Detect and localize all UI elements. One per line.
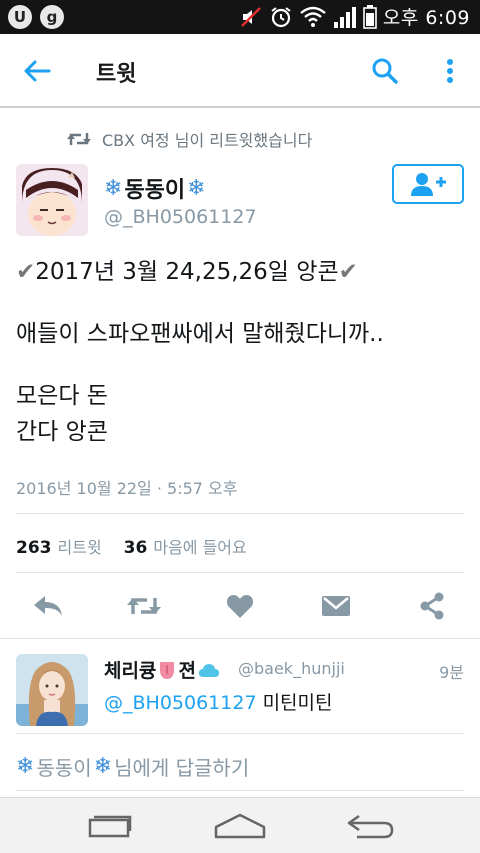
reply-timestamp: 9분 bbox=[439, 663, 464, 682]
follow-button[interactable] bbox=[392, 164, 464, 204]
divider bbox=[16, 790, 464, 791]
author-name-text: 동동이 bbox=[124, 178, 186, 203]
search-icon bbox=[372, 58, 398, 84]
snowflake-icon: ❄ bbox=[104, 175, 123, 201]
like-label[interactable]: 마음에 들어요 bbox=[153, 534, 246, 558]
retweet-context-text: CBX 여정 님이 리트윗했습니다 bbox=[102, 131, 313, 150]
retweet-label[interactable]: 리트윗 bbox=[58, 534, 102, 558]
retweet-context[interactable]: CBX 여정 님이 리트윗했습니다 bbox=[66, 127, 312, 151]
more-vertical-icon bbox=[447, 59, 453, 83]
tongue-icon bbox=[160, 661, 175, 679]
check-mark-icon: ✔ bbox=[16, 259, 36, 285]
cloud-icon bbox=[198, 663, 219, 677]
tweet-text: ✔2017년 3월 24,25,26일 앙콘✔ 애들이 스파오팬싸에서 말해줬다… bbox=[16, 254, 466, 450]
reply-avatar-image bbox=[16, 654, 88, 726]
reply-compose-name: 동동이 bbox=[36, 756, 92, 780]
mute-icon bbox=[240, 6, 261, 27]
tweet-stats: 263 리트윗 36 마음에 들어요 bbox=[16, 534, 247, 558]
snowflake-icon: ❄ bbox=[93, 754, 113, 779]
direct-message-button[interactable] bbox=[318, 590, 354, 622]
tweet-line-text: 2017년 3월 24,25,26일 앙콘 bbox=[35, 259, 339, 285]
home-button[interactable] bbox=[212, 808, 268, 844]
system-nav-bar bbox=[0, 797, 480, 853]
reply-author-name-suffix: 젼 bbox=[178, 660, 196, 682]
back-nav-button[interactable] bbox=[342, 808, 398, 844]
alarm-icon bbox=[271, 6, 291, 27]
tweet-timestamp: 2016년 10월 22일 · 5:57 오후 bbox=[16, 479, 238, 498]
tweet-line: 간다 앙콘 bbox=[16, 419, 108, 445]
tweet-spacer bbox=[16, 290, 466, 316]
reply-text: @_BH05061127 미틴미틴 bbox=[104, 688, 333, 715]
back-button[interactable] bbox=[20, 54, 54, 88]
retweet-button[interactable] bbox=[126, 590, 162, 622]
divider bbox=[16, 733, 464, 734]
notification-u-icon: U bbox=[8, 5, 32, 29]
reply-author-name-text: 체리큥 bbox=[104, 660, 157, 682]
more-options-button[interactable] bbox=[436, 54, 464, 88]
like-count[interactable]: 36 bbox=[124, 538, 148, 558]
tweet-line: 애들이 스파오팬싸에서 말해줬다니까.. bbox=[16, 321, 384, 347]
tweet-line: 모은다 돈 bbox=[16, 383, 108, 409]
search-button[interactable] bbox=[368, 54, 402, 88]
signal-icon bbox=[333, 6, 356, 28]
heart-icon bbox=[226, 595, 254, 618]
reply-compose-input[interactable]: ❄ 동동이 ❄ 님에게 답글하기 bbox=[16, 752, 249, 781]
reply-icon bbox=[34, 596, 62, 616]
reply-avatar[interactable] bbox=[16, 654, 88, 726]
author-avatar[interactable] bbox=[16, 164, 88, 236]
add-user-icon bbox=[411, 173, 446, 196]
back-nav-icon bbox=[347, 814, 394, 839]
check-mark-icon: ✔ bbox=[338, 259, 358, 285]
home-icon bbox=[214, 813, 266, 839]
recent-apps-icon bbox=[88, 815, 132, 838]
snowflake-icon: ❄ bbox=[16, 754, 35, 779]
page-title: 트윗 bbox=[96, 62, 137, 87]
author-name[interactable]: ❄ 동동이 ❄ bbox=[104, 172, 206, 204]
divider bbox=[16, 572, 464, 573]
author-avatar-image bbox=[16, 164, 88, 236]
share-icon bbox=[420, 592, 444, 620]
battery-icon bbox=[363, 4, 377, 29]
app-bar: 트윗 bbox=[0, 34, 480, 108]
arrow-left-icon bbox=[24, 60, 51, 82]
retweet-icon bbox=[67, 133, 91, 145]
tweet-spacer bbox=[16, 352, 466, 378]
envelope-icon bbox=[322, 596, 350, 616]
divider bbox=[16, 513, 464, 514]
status-time: 오후 6:09 bbox=[382, 7, 470, 29]
tweet-line: ✔2017년 3월 24,25,26일 앙콘✔ bbox=[16, 254, 466, 290]
reply-body: 미틴미틴 bbox=[262, 692, 333, 714]
author-handle[interactable]: @_BH05061127 bbox=[104, 206, 257, 228]
reply-author-handle[interactable]: @baek_hunjji bbox=[238, 659, 345, 678]
reply-button[interactable] bbox=[30, 590, 66, 622]
retweet-count[interactable]: 263 bbox=[16, 538, 52, 558]
status-bar: U g 오후 6:09 bbox=[0, 0, 480, 34]
reply-author-name[interactable]: 체리큥 젼 bbox=[104, 656, 220, 683]
reply-compose-placeholder: 님에게 답글하기 bbox=[114, 756, 250, 780]
reply-mention-link[interactable]: @_BH05061127 bbox=[104, 692, 257, 714]
like-button[interactable] bbox=[222, 590, 258, 622]
snowflake-icon: ❄ bbox=[187, 175, 206, 201]
share-button[interactable] bbox=[414, 590, 450, 622]
retweet-icon bbox=[127, 598, 161, 614]
wifi-icon bbox=[300, 6, 326, 27]
recent-apps-button[interactable] bbox=[82, 808, 138, 844]
tweet-actions bbox=[0, 584, 480, 628]
divider bbox=[0, 638, 480, 639]
notification-g-icon: g bbox=[40, 5, 64, 29]
